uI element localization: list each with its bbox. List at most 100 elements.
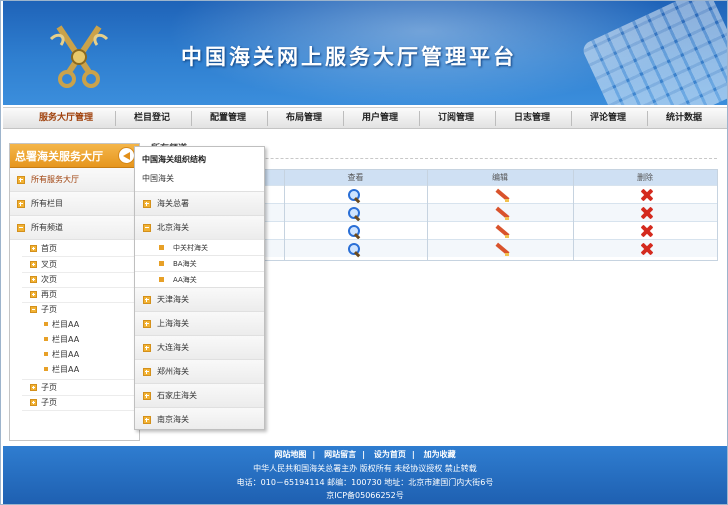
- org-node[interactable]: 郑州海关: [135, 359, 264, 383]
- footer-separator: |: [312, 450, 316, 459]
- column-header-delete: 删除: [637, 173, 653, 182]
- tree-leaf-label: 栏目AA: [52, 320, 80, 329]
- org-node-label: 石家庄海关: [157, 391, 197, 400]
- tree-item-label: 首页: [41, 244, 57, 253]
- edit-icon[interactable]: [495, 206, 509, 220]
- expand-plus-icon: [30, 291, 37, 298]
- sidebar-item-label: 所有栏目: [31, 199, 63, 208]
- popup-title: 中国海关组织结构: [142, 155, 206, 164]
- footer-separator: |: [362, 450, 366, 459]
- column-divider: [284, 170, 285, 260]
- sidebar-item-label: 所有频道: [31, 223, 63, 232]
- bullet-icon: [44, 367, 48, 371]
- expand-plus-icon: [17, 176, 25, 184]
- org-child-label: 中关村海关: [173, 244, 208, 252]
- bullet-icon: [159, 245, 164, 250]
- divider: [22, 302, 138, 303]
- nav-item-config[interactable]: 配置管理: [193, 108, 263, 129]
- nav-item-layout[interactable]: 布局管理: [269, 108, 339, 129]
- main-nav: 服务大厅管理 栏目登记 配置管理 布局管理 用户管理 订阅管理 日志管理 评论管…: [3, 107, 727, 129]
- expand-plus-icon: [143, 296, 151, 304]
- nav-separator: [267, 111, 268, 126]
- org-node[interactable]: 北京海关: [135, 215, 264, 239]
- org-child[interactable]: AA海关: [135, 271, 264, 287]
- sidebar-item-all-channels[interactable]: 所有频道: [10, 216, 139, 240]
- expand-plus-icon: [143, 368, 151, 376]
- org-node[interactable]: 石家庄海关: [135, 383, 264, 407]
- tree-item-label: 子页: [41, 305, 57, 314]
- org-node[interactable]: 海关总署: [135, 191, 264, 215]
- customs-emblem-icon: [49, 25, 109, 88]
- footer-copyright: 中华人民共和国海关总署主办 版权所有 未经协议授权 禁止转载: [253, 464, 477, 473]
- divider: [22, 410, 138, 411]
- footer-link-message[interactable]: 网站留言: [324, 450, 356, 459]
- footer-link-sitemap[interactable]: 网站地图: [274, 450, 306, 459]
- org-node[interactable]: 天津海关: [135, 287, 264, 311]
- nav-separator: [419, 111, 420, 126]
- collapse-minus-icon: [17, 224, 25, 232]
- nav-item-users[interactable]: 用户管理: [345, 108, 415, 129]
- bullet-icon: [44, 322, 48, 326]
- column-divider: [427, 170, 428, 260]
- footer-link-favorite[interactable]: 加为收藏: [424, 450, 456, 459]
- divider: [22, 272, 138, 273]
- org-child-label: AA海关: [173, 276, 197, 284]
- nav-item-hall[interactable]: 服务大厅管理: [21, 108, 111, 129]
- collapse-arrow-icon[interactable]: [118, 147, 135, 164]
- sidebar: 总署海关服务大厅 所有服务大厅 所有栏目 所有频道 首页 叉页 次页 再页 子页…: [9, 143, 140, 441]
- delete-icon[interactable]: [640, 242, 654, 256]
- collapse-minus-icon: [30, 306, 37, 313]
- org-child[interactable]: 中关村海关: [135, 239, 264, 255]
- view-icon[interactable]: [347, 188, 361, 202]
- org-node-label: 上海海关: [157, 319, 189, 328]
- tree-item-label: 子页: [41, 398, 57, 407]
- delete-icon[interactable]: [640, 188, 654, 202]
- nav-item-comments[interactable]: 评论管理: [573, 108, 643, 129]
- footer: 网站地图 | 网站留言 | 设为首页 | 加为收藏 中华人民共和国海关总署主办 版权所…: [3, 446, 727, 504]
- view-icon[interactable]: [347, 242, 361, 256]
- tree-item-label: 再页: [41, 290, 57, 299]
- nav-separator: [115, 111, 116, 126]
- org-node-label: 南京海关: [157, 415, 189, 424]
- nav-separator: [495, 111, 496, 126]
- org-root[interactable]: 中国海关: [142, 173, 174, 184]
- sidebar-item-all-columns[interactable]: 所有栏目: [10, 192, 139, 216]
- nav-item-column[interactable]: 栏目登记: [117, 108, 187, 129]
- tree-item-label: 子页: [41, 383, 57, 392]
- sidebar-item-all-halls[interactable]: 所有服务大厅: [10, 168, 139, 192]
- page: 中国海关网上服务大厅管理平台 服务大厅管理 栏目登记 配置管理 布局管理 用户管…: [0, 0, 728, 505]
- collapse-minus-icon: [143, 224, 151, 232]
- delete-icon[interactable]: [640, 224, 654, 238]
- org-node-label: 大连海关: [157, 343, 189, 352]
- footer-link-homepage[interactable]: 设为首页: [374, 450, 406, 459]
- column-header-edit: 编辑: [492, 173, 508, 182]
- edit-icon[interactable]: [495, 188, 509, 202]
- edit-icon[interactable]: [495, 224, 509, 238]
- org-node[interactable]: 上海海关: [135, 311, 264, 335]
- org-node[interactable]: 大连海关: [135, 335, 264, 359]
- org-child[interactable]: BA海关: [135, 255, 264, 271]
- org-node[interactable]: 南京海关: [135, 407, 264, 429]
- expand-plus-icon: [30, 261, 37, 268]
- footer-separator: |: [411, 450, 415, 459]
- org-node-label: 北京海关: [157, 223, 189, 232]
- divider: [22, 395, 138, 396]
- sidebar-header: 总署海关服务大厅: [10, 144, 139, 168]
- tree-item-label: 次页: [41, 275, 57, 284]
- delete-icon[interactable]: [640, 206, 654, 220]
- expand-plus-icon: [30, 245, 37, 252]
- expand-plus-icon: [143, 392, 151, 400]
- nav-separator: [343, 111, 344, 126]
- bullet-icon: [44, 337, 48, 341]
- nav-item-logs[interactable]: 日志管理: [497, 108, 567, 129]
- edit-icon[interactable]: [495, 242, 509, 256]
- footer-contact: 电话：010－65194114 邮编：100730 地址：北京市建国门内大街6号: [236, 478, 494, 487]
- view-icon[interactable]: [347, 206, 361, 220]
- view-icon[interactable]: [347, 224, 361, 238]
- sidebar-item-label: 所有服务大厅: [31, 175, 79, 184]
- footer-links: 网站地图 | 网站留言 | 设为首页 | 加为收藏: [3, 449, 727, 460]
- org-node-label: 海关总署: [157, 199, 189, 208]
- nav-item-subscribe[interactable]: 订阅管理: [421, 108, 491, 129]
- nav-item-stats[interactable]: 统计数据: [649, 108, 719, 129]
- org-child-label: BA海关: [173, 260, 197, 268]
